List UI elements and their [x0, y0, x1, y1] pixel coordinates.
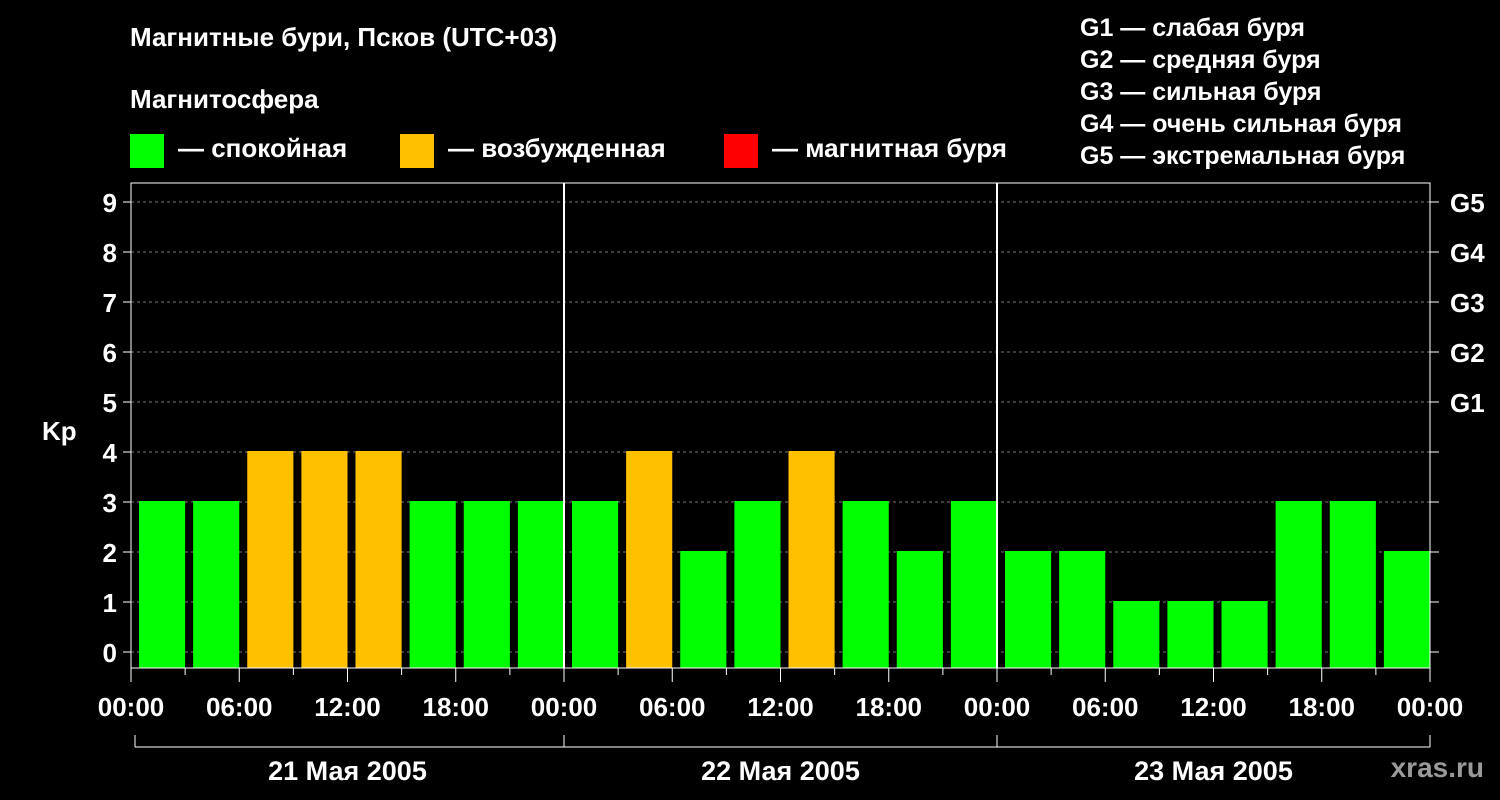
y-axis-label: Kp	[42, 416, 77, 446]
kp-bar	[896, 551, 943, 668]
y-tick-label: 5	[103, 388, 117, 418]
day-label: 23 Мая 2005	[1134, 756, 1293, 786]
kp-bar	[409, 501, 456, 668]
y-tick-label: 9	[103, 188, 117, 218]
kp-bar	[517, 501, 564, 668]
x-tick-label: 00:00	[98, 692, 165, 722]
y-tick-label: 4	[103, 438, 118, 468]
kp-bar	[572, 501, 619, 668]
kp-bar	[1221, 601, 1268, 668]
kp-bar	[734, 501, 781, 668]
kp-bar	[680, 551, 727, 668]
x-tick-label: 00:00	[531, 692, 598, 722]
kp-bar	[1005, 551, 1052, 668]
y-tick-label: 8	[103, 238, 117, 268]
kp-bar	[842, 501, 889, 668]
day-label: 21 Мая 2005	[268, 756, 427, 786]
y-tick-label: 3	[103, 488, 117, 518]
y-tick-label: 7	[103, 288, 117, 318]
kp-bar	[355, 451, 402, 668]
day-label: 22 Мая 2005	[701, 756, 860, 786]
x-tick-label: 18:00	[1289, 692, 1356, 722]
watermark: xras.ru	[1390, 752, 1484, 783]
kp-bar	[1059, 551, 1106, 668]
kp-bar	[1383, 551, 1430, 668]
kp-bar	[247, 451, 294, 668]
g-axis-label: G2	[1450, 338, 1485, 368]
y-tick-label: 0	[103, 638, 117, 668]
x-tick-label: 00:00	[964, 692, 1031, 722]
kp-bar	[1113, 601, 1160, 668]
g-axis-label: G1	[1450, 388, 1485, 418]
x-tick-label: 12:00	[1180, 692, 1247, 722]
x-tick-label: 18:00	[856, 692, 923, 722]
kp-bar	[950, 501, 997, 668]
kp-bar	[1275, 501, 1322, 668]
g-axis-label: G5	[1450, 188, 1485, 218]
y-tick-label: 2	[103, 538, 117, 568]
kp-bar	[301, 451, 348, 668]
kp-bar-chart: 0 1 2 3 4 5 6 7 8 9 G1 G2 G3 G4 G5 Kp 00:00 06:00 12:00 18:…	[42, 182, 1485, 786]
kp-bar	[626, 451, 673, 668]
y-tick-label: 1	[103, 588, 117, 618]
kp-bar	[1167, 601, 1214, 668]
kp-bar	[788, 451, 835, 668]
kp-bar	[1329, 501, 1376, 668]
x-tick-label: 06:00	[1072, 692, 1139, 722]
x-tick-label: 06:00	[639, 692, 706, 722]
x-tick-label: 12:00	[314, 692, 381, 722]
x-tick-label: 00:00	[1397, 692, 1464, 722]
g-axis-label: G4	[1450, 238, 1485, 268]
x-tick-label: 12:00	[747, 692, 814, 722]
kp-bar	[463, 501, 510, 668]
kp-bar	[193, 501, 240, 668]
kp-bar	[139, 501, 186, 668]
y-tick-label: 6	[103, 338, 117, 368]
g-axis-label: G3	[1450, 288, 1485, 318]
x-tick-label: 06:00	[206, 692, 273, 722]
x-tick-label: 18:00	[423, 692, 490, 722]
